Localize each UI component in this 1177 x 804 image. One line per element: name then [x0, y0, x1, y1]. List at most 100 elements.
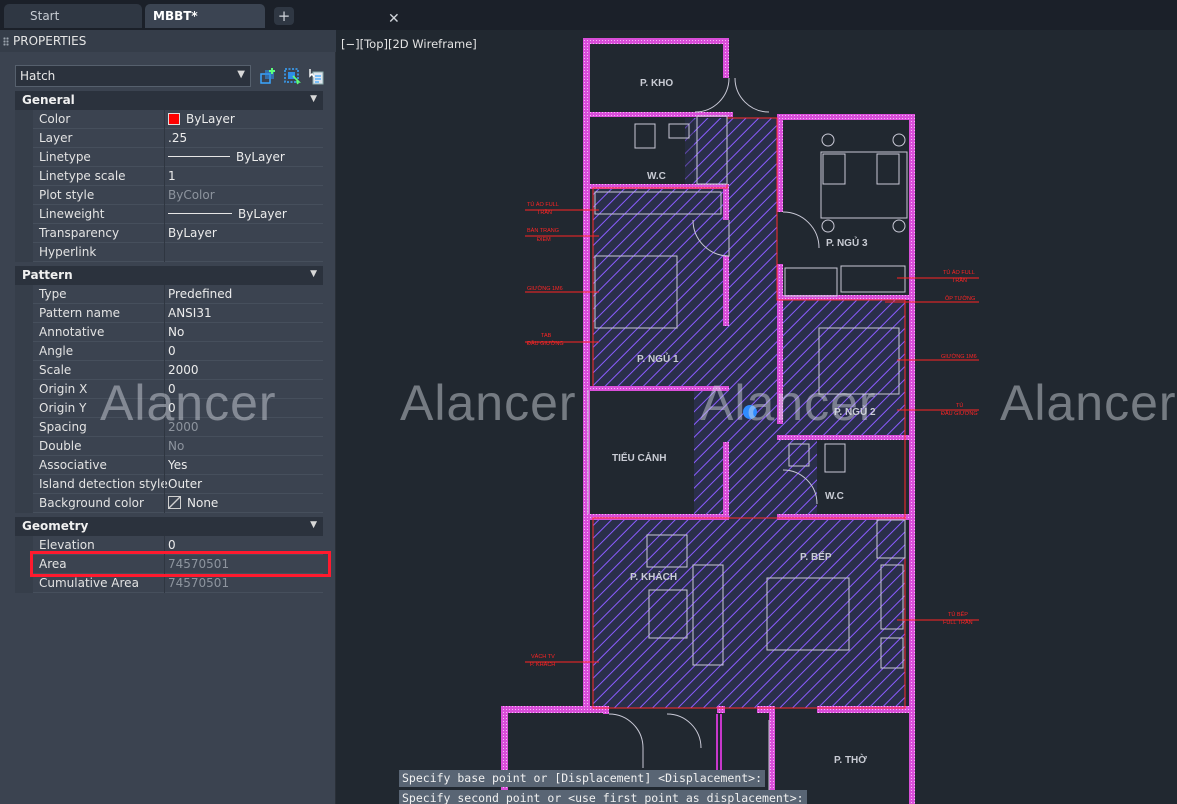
room-label: W.C	[647, 171, 666, 182]
palette-title: PROPERTIES	[13, 34, 87, 48]
property-value[interactable]: Outer	[168, 477, 202, 491]
property-row-double[interactable]: Double No	[33, 437, 323, 456]
tab-mbbt-label: MBBT*	[153, 9, 198, 23]
chevron-down-icon: ▼	[310, 520, 317, 530]
annotation-text: TỦ	[956, 402, 963, 409]
tab-mbbt[interactable]: MBBT* ✕	[145, 4, 400, 28]
section-general[interactable]: General ▼	[15, 91, 323, 110]
property-label: Type	[39, 287, 67, 301]
property-row-linetype[interactable]: Linetype ByLayer	[33, 148, 323, 167]
property-value[interactable]: ByLayer	[168, 226, 217, 240]
property-label: Origin X	[39, 382, 88, 396]
area-highlight-box	[30, 551, 331, 577]
property-row-linetype-scale[interactable]: Linetype scale 1	[33, 167, 323, 186]
property-value[interactable]: ByLayer	[168, 207, 287, 221]
property-value-text: ByLayer	[236, 150, 285, 164]
annotation-text: GIƯỜNG 1M6	[941, 353, 977, 360]
properties-palette: PROPERTIES Hatch ▼ General ▼ Color ByLay…	[0, 30, 336, 804]
grip-icon[interactable]	[3, 37, 9, 46]
select-objects-icon[interactable]	[283, 67, 301, 85]
property-label: Linetype	[39, 150, 91, 164]
section-geometry[interactable]: Geometry ▼	[15, 517, 323, 536]
property-value[interactable]: 0	[168, 382, 176, 396]
property-row-associative[interactable]: Associative Yes	[33, 456, 323, 475]
room-label: P. NGỦ 2	[834, 405, 876, 418]
property-value-text: None	[187, 496, 219, 510]
property-row-angle[interactable]: Angle 0	[33, 342, 323, 361]
toggle-pickadd-icon[interactable]	[307, 67, 325, 85]
object-type-value: Hatch	[20, 69, 56, 83]
property-value[interactable]: No	[168, 325, 184, 339]
property-label: Elevation	[39, 538, 95, 552]
property-value[interactable]: Predefined	[168, 287, 232, 301]
quick-select-icon[interactable]	[259, 67, 277, 85]
annotation-text: BÀN TRANG	[527, 227, 559, 234]
property-row-island-detection[interactable]: Island detection style Outer	[33, 475, 323, 494]
property-row-transparency[interactable]: Transparency ByLayer	[33, 224, 323, 243]
property-label: Angle	[39, 344, 74, 358]
room-label: TIỂU CẢNH	[612, 451, 666, 464]
room-label: P. KHÁCH	[630, 570, 677, 583]
property-label: Background color	[39, 496, 144, 510]
property-value: 2000	[168, 420, 199, 434]
property-row-background-color[interactable]: Background color None	[33, 494, 323, 513]
annotation-text: TỦ ÁO FULL	[943, 269, 975, 276]
property-value[interactable]: ByLayer	[168, 150, 285, 164]
property-value[interactable]: 0	[168, 344, 176, 358]
property-row-spacing[interactable]: Spacing 2000	[33, 418, 323, 437]
property-row-origin-x[interactable]: Origin X 0	[33, 380, 323, 399]
palette-title-bar[interactable]: PROPERTIES	[0, 30, 336, 52]
section-geometry-label: Geometry	[22, 519, 89, 533]
property-row-pattern-name[interactable]: Pattern name ANSI31	[33, 304, 323, 323]
property-row-scale[interactable]: Scale 2000	[33, 361, 323, 380]
property-label: Color	[39, 112, 71, 126]
property-value[interactable]: 0	[168, 538, 176, 552]
property-row-layer[interactable]: Layer .25	[33, 129, 323, 148]
none-swatch-icon	[168, 496, 181, 509]
property-row-hyperlink[interactable]: Hyperlink	[33, 243, 323, 262]
property-value[interactable]: .25	[168, 131, 187, 145]
object-type-dropdown[interactable]: Hatch ▼	[15, 65, 251, 87]
property-row-lineweight[interactable]: Lineweight ByLayer	[33, 205, 323, 224]
property-label: Spacing	[39, 420, 87, 434]
room-label: P. NGỦ 3	[826, 236, 868, 249]
annotation-text: TỦ ÁO FULL	[527, 201, 559, 208]
property-value[interactable]: 2000	[168, 363, 199, 377]
property-value[interactable]: 0	[168, 401, 176, 415]
property-value[interactable]: ByLayer	[168, 112, 235, 126]
new-tab-button[interactable]: +	[274, 7, 294, 25]
annotation-text: TAB	[541, 333, 552, 339]
annotation-text: ĐẦU GIƯỜNG	[941, 410, 978, 417]
property-value[interactable]: Yes	[168, 458, 187, 472]
tab-start-label: Start	[30, 9, 60, 23]
property-label: Island detection style	[39, 477, 168, 491]
annotation-text: ĐIỂM	[537, 236, 551, 243]
tab-start[interactable]: Start	[4, 4, 142, 28]
viewport-controls-label[interactable]: [−][Top][2D Wireframe]	[341, 37, 477, 51]
drawing-viewport[interactable]: P. KHO W.C P. NGỦ 3 P. NGỦ 1 TIỂU CẢNH P…	[337, 30, 1177, 804]
property-value[interactable]: ANSI31	[168, 306, 212, 320]
chevron-down-icon: ▼	[310, 94, 317, 104]
floor-plan-drawing[interactable]: P. KHO W.C P. NGỦ 3 P. NGỦ 1 TIỂU CẢNH P…	[337, 30, 1177, 804]
section-indent	[15, 110, 33, 262]
property-row-color[interactable]: Color ByLayer	[33, 110, 323, 129]
hatch-grip[interactable]	[743, 405, 757, 419]
annotation-text: TRẦN	[537, 209, 552, 216]
property-row-annotative[interactable]: Annotative No	[33, 323, 323, 342]
close-tab-icon[interactable]: ✕	[388, 11, 400, 27]
property-value[interactable]: None	[168, 496, 218, 510]
property-label: Scale	[39, 363, 72, 377]
property-label: Transparency	[39, 226, 120, 240]
chevron-down-icon: ▼	[310, 269, 317, 279]
property-value-text: ByLayer	[238, 207, 287, 221]
property-row-plot-style[interactable]: Plot style ByColor	[33, 186, 323, 205]
property-row-origin-y[interactable]: Origin Y 0	[33, 399, 323, 418]
section-pattern[interactable]: Pattern ▼	[15, 266, 323, 285]
property-value: No	[168, 439, 185, 453]
command-history-line: Specify second point or <use first point…	[399, 790, 807, 804]
annotation-text: P. KHÁCH	[530, 661, 555, 668]
property-row-type[interactable]: Type Predefined	[33, 285, 323, 304]
property-value[interactable]: 1	[168, 169, 176, 183]
annotation-text: GIƯỜNG 1M6	[527, 285, 563, 292]
annotation-text: TỦ BẾP	[948, 611, 968, 618]
